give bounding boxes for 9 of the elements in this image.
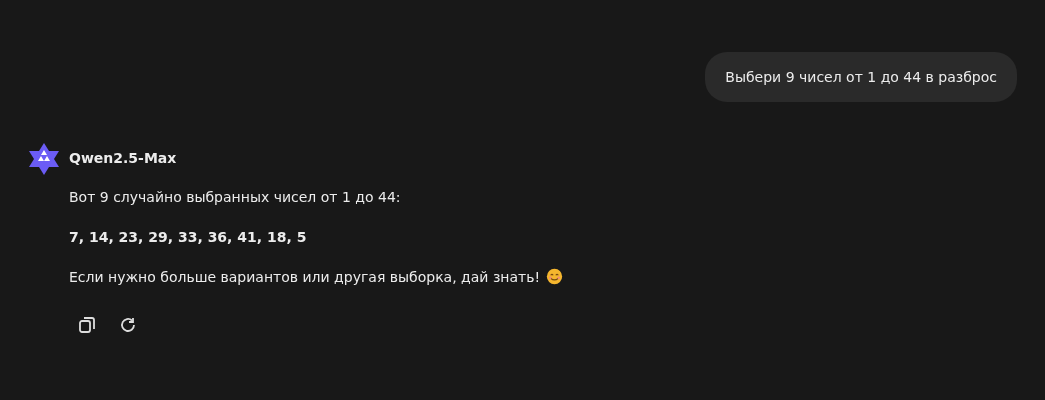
refresh-icon xyxy=(119,316,137,334)
user-message: Выбери 9 чисел от 1 до 44 в разброс xyxy=(705,52,1017,102)
star-logo-icon xyxy=(27,141,61,175)
number-list: 7, 14, 23, 29, 33, 36, 41, 18, 5 xyxy=(69,227,564,247)
message-text: Если нужно больше вариантов или другая выборка, дай знать! xyxy=(69,269,541,285)
message-text: Вот 9 случайно выбранных чисел от 1 до 44: xyxy=(69,188,402,207)
copy-icon xyxy=(78,316,96,334)
model-name: Qwen2.5-Max xyxy=(69,149,178,167)
smiley-icon xyxy=(546,268,564,285)
